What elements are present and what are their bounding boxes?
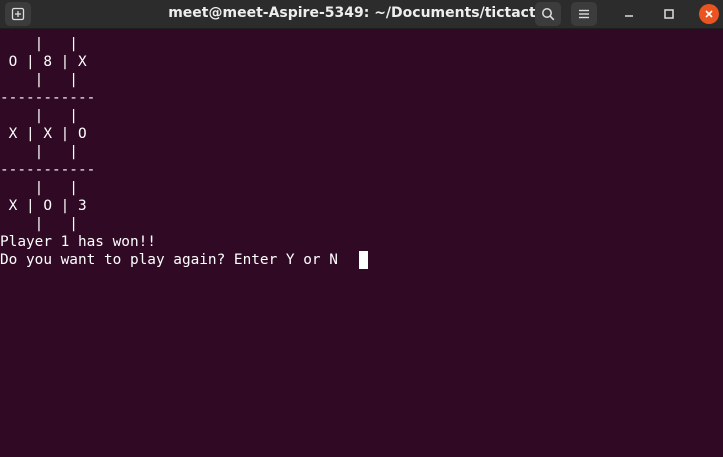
search-icon: [542, 8, 555, 21]
board-separator: -----------: [0, 162, 96, 178]
minimize-icon: [625, 15, 633, 17]
minimize-button[interactable]: [617, 2, 641, 26]
board-line: | |: [0, 180, 78, 196]
board-line: | |: [0, 36, 78, 52]
board-line: | |: [0, 144, 78, 160]
close-icon: [705, 10, 713, 18]
hamburger-menu-icon: [579, 9, 589, 19]
maximize-button[interactable]: [657, 2, 681, 26]
window-title: meet@meet-Aspire-5349: ~/Documents/ticta…: [168, 5, 555, 21]
title-bar: meet@meet-Aspire-5349: ~/Documents/ticta…: [0, 0, 723, 29]
board-line: | |: [0, 72, 78, 88]
close-button-circle: [699, 4, 719, 24]
board-line: X | X | O: [0, 126, 87, 142]
board-separator: -----------: [0, 90, 96, 106]
terminal-output[interactable]: | | O | 8 | X | | ----------- | | X | X …: [0, 35, 723, 457]
close-button[interactable]: [697, 2, 721, 26]
menu-button[interactable]: [571, 2, 597, 26]
board-line: | |: [0, 216, 78, 232]
board-line: O | 8 | X: [0, 54, 87, 70]
play-again-prompt: Do you want to play again? Enter Y or N: [0, 252, 347, 268]
board-line: | |: [0, 108, 78, 124]
terminal-cursor: [359, 251, 368, 269]
search-button[interactable]: [535, 2, 561, 26]
maximize-icon: [664, 9, 674, 19]
game-result-message: Player 1 has won!!: [0, 234, 156, 250]
board-line: X | O | 3: [0, 198, 87, 214]
